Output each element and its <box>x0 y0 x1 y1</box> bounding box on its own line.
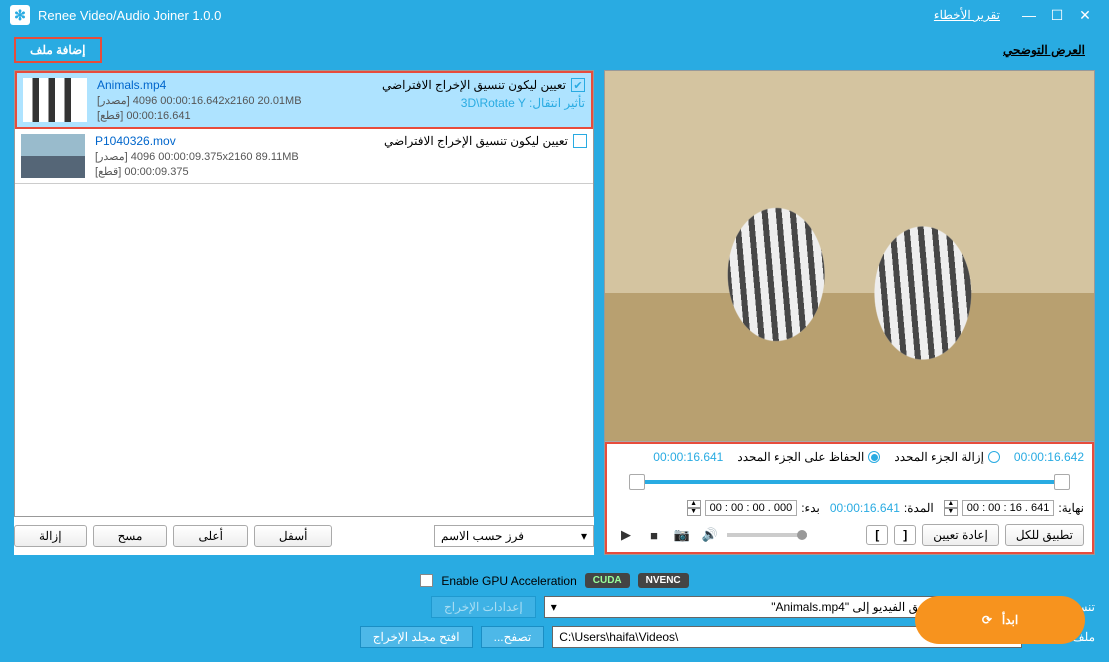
cuda-badge: CUDA <box>585 573 630 588</box>
left-panel: Animals.mp4 [مصدر] 00:00:16.642 4096x216… <box>14 70 594 555</box>
output-settings-button[interactable]: إعدادات الإخراج <box>431 596 536 618</box>
keep-part-radio[interactable]: الحفاظ على الجزء المحدد <box>737 450 880 464</box>
default-format-label: تعيين ليكون تنسيق الإخراج الافتراضي <box>384 134 568 148</box>
app-title: Renee Video/Audio Joiner 1.0.0 <box>38 8 934 23</box>
chevron-down-icon: ▾ <box>581 529 587 543</box>
app-logo-icon: ✻ <box>10 5 30 25</box>
slider-handle-start[interactable] <box>629 474 645 490</box>
play-icon[interactable]: ▶ <box>615 524 637 546</box>
file-name: P1040326.mov <box>95 134 345 148</box>
snapshot-icon[interactable]: 📷 <box>671 524 693 546</box>
file-options: ✔ تعيين ليكون تنسيق الإخراج الافتراضي تأ… <box>357 78 585 122</box>
report-link[interactable]: تقرير الأخطاء <box>934 8 1000 22</box>
stop-icon[interactable]: ■ <box>643 524 665 546</box>
duration-label: المدة: <box>904 501 934 515</box>
file-source: [مصدر] 00:00:09.375 4096x2160 89.11MB <box>95 150 345 163</box>
main-area: Animals.mp4 [مصدر] 00:00:16.642 4096x216… <box>0 70 1109 565</box>
remove-part-radio[interactable]: إزالة الجزء المحدد <box>894 450 1000 464</box>
slider-handle-end[interactable] <box>1054 474 1070 490</box>
toolbar: إضافة ملف العرض التوضحي <box>0 30 1109 70</box>
start-button[interactable]: ⟳ ابدأ <box>915 596 1085 644</box>
volume-icon[interactable]: 🔊 <box>699 524 721 546</box>
mode-radios: 00:00:16.642 إزالة الجزء المحدد الحفاظ ع… <box>615 450 1084 464</box>
file-source: [مصدر] 00:00:16.642 4096x2160 20.01MB <box>97 94 347 107</box>
file-list: Animals.mp4 [مصدر] 00:00:16.642 4096x216… <box>14 70 594 517</box>
close-button[interactable]: ✕ <box>1071 5 1099 25</box>
selected-time: 00:00:16.641 <box>653 450 723 464</box>
bracket-start-icon[interactable]: [ <box>866 525 888 545</box>
move-down-button[interactable]: أسفل <box>254 525 333 547</box>
file-info: P1040326.mov [مصدر] 00:00:09.375 4096x21… <box>95 134 345 178</box>
end-spinner[interactable]: ▲▼ <box>944 500 958 516</box>
titlebar: ✻ Renee Video/Audio Joiner 1.0.0 تقرير ا… <box>0 0 1109 30</box>
begin-label: بدء: <box>801 501 820 515</box>
transition-value[interactable]: 3D\Rotate Y <box>461 96 526 110</box>
add-file-button[interactable]: إضافة ملف <box>14 37 102 63</box>
gpu-row: Enable GPU Acceleration CUDA NVENC <box>14 573 1095 588</box>
trim-controls: 00:00:16.642 إزالة الجزء المحدد الحفاظ ع… <box>605 442 1094 554</box>
demo-link[interactable]: العرض التوضحي <box>1003 43 1085 57</box>
remove-button[interactable]: إزالة <box>14 525 87 547</box>
move-up-button[interactable]: أعلى <box>173 525 247 547</box>
maximize-button[interactable]: ☐ <box>1043 5 1071 25</box>
begin-input[interactable]: 00 : 00 : 00 . 000 <box>705 500 798 516</box>
end-input[interactable]: 00 : 00 : 16 . 641 <box>962 500 1055 516</box>
file-cut: [قطع] 00:00:16.641 <box>97 109 347 122</box>
end-label: نهاية: <box>1058 501 1084 515</box>
bracket-end-icon[interactable]: ] <box>894 525 916 545</box>
app-window: ✻ Renee Video/Audio Joiner 1.0.0 تقرير ا… <box>0 0 1109 662</box>
file-name: Animals.mp4 <box>97 78 347 92</box>
file-row[interactable]: P1040326.mov [مصدر] 00:00:09.375 4096x21… <box>15 129 593 184</box>
list-buttons: إزالة مسح أعلى أسفل فرز حسب الاسم ▾ <box>14 517 594 555</box>
reset-button[interactable]: إعادة تعيين <box>922 524 999 546</box>
nvenc-badge: NVENC <box>638 573 689 588</box>
gpu-checkbox[interactable] <box>420 574 433 587</box>
playback-row: ▶ ■ 📷 🔊 [ ] إعادة تعيين تطبيق للكل <box>615 524 1084 546</box>
slider-track <box>635 480 1064 484</box>
gpu-label: Enable GPU Acceleration <box>441 574 576 588</box>
preview-image <box>605 71 1094 441</box>
minimize-button[interactable]: — <box>1015 5 1043 25</box>
transition-label: تأثير انتقال: <box>529 96 585 110</box>
begin-spinner[interactable]: ▲▼ <box>687 500 701 516</box>
duration-value: 00:00:16.641 <box>830 501 900 515</box>
file-cut: [قطع] 00:00:09.375 <box>95 165 345 178</box>
time-inputs: نهاية: 00 : 00 : 16 . 641 ▲▼ المدة: 00:0… <box>615 500 1084 516</box>
right-panel: 00:00:16.642 إزالة الجزء المحدد الحفاظ ع… <box>604 70 1095 555</box>
trim-slider[interactable] <box>615 472 1084 492</box>
default-format-checkbox[interactable]: ✔ <box>571 78 585 92</box>
apply-all-button[interactable]: تطبيق للكل <box>1005 524 1084 546</box>
file-options: تعيين ليكون تنسيق الإخراج الافتراضي <box>355 134 587 178</box>
clear-button[interactable]: مسح <box>93 525 168 547</box>
file-thumbnail <box>21 134 85 178</box>
video-preview[interactable] <box>605 71 1094 442</box>
file-thumbnail <box>23 78 87 122</box>
chevron-down-icon: ▾ <box>551 600 557 614</box>
open-folder-button[interactable]: افتح مجلد الإخراج <box>360 626 473 648</box>
file-info: Animals.mp4 [مصدر] 00:00:16.642 4096x216… <box>97 78 347 122</box>
volume-slider[interactable] <box>727 533 807 537</box>
default-format-checkbox[interactable] <box>573 134 587 148</box>
refresh-icon: ⟳ <box>982 613 992 627</box>
total-time: 00:00:16.642 <box>1014 450 1084 464</box>
default-format-label: تعيين ليكون تنسيق الإخراج الافتراضي <box>382 78 566 92</box>
sort-dropdown[interactable]: فرز حسب الاسم ▾ <box>434 525 594 547</box>
browse-button[interactable]: تصفح... <box>481 626 545 648</box>
file-row[interactable]: Animals.mp4 [مصدر] 00:00:16.642 4096x216… <box>15 71 593 129</box>
